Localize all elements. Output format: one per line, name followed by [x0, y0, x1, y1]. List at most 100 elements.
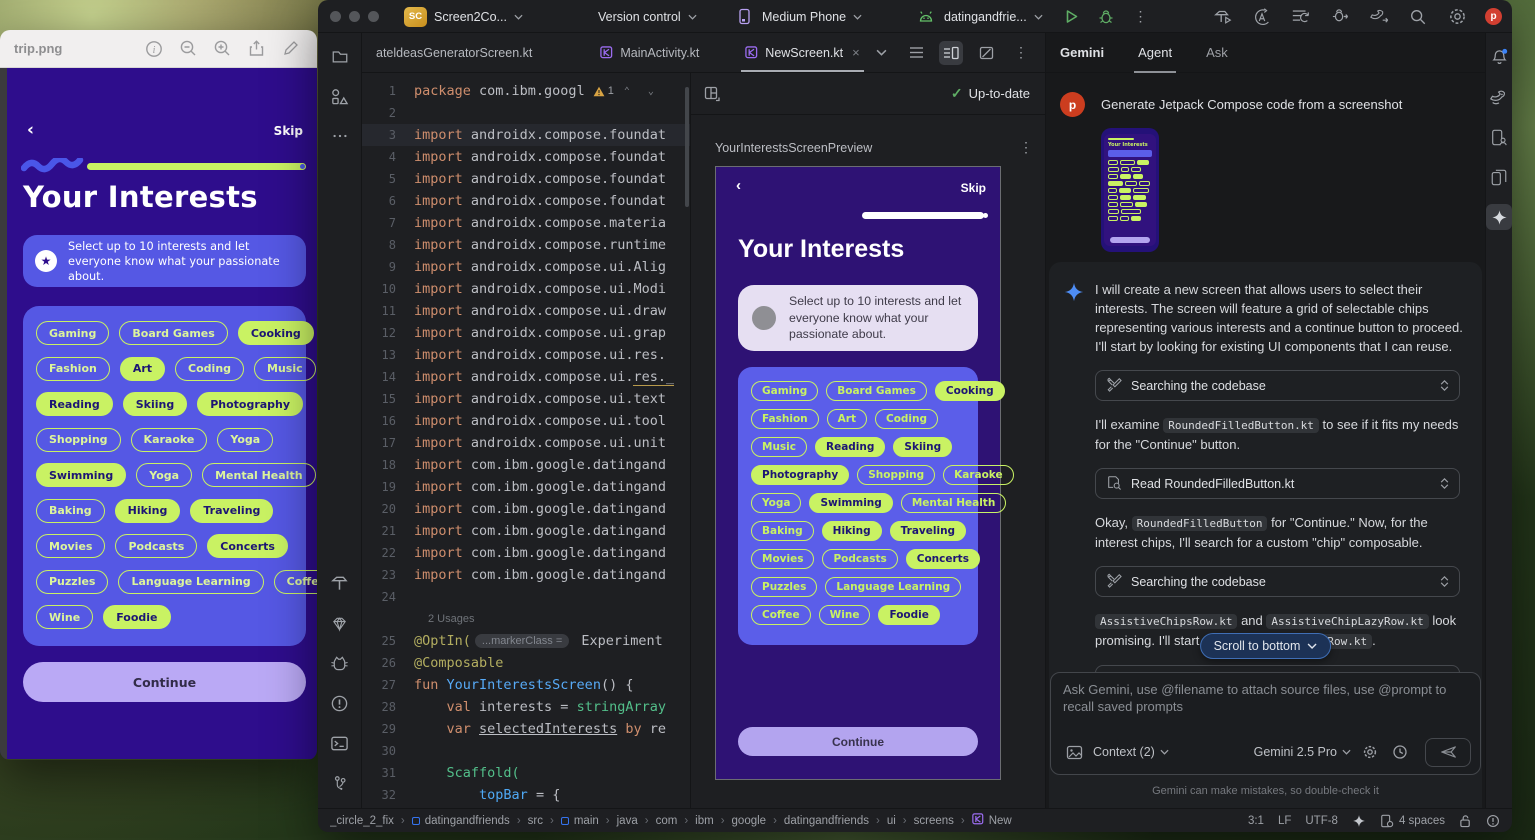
gemini-prompt-input[interactable]: [1063, 681, 1468, 733]
run-icon[interactable]: [1060, 6, 1082, 28]
indent-widget[interactable]: 4 spaces: [1380, 814, 1445, 828]
attached-screenshot-thumbnail[interactable]: Your Interests: [1101, 128, 1159, 252]
device-selector[interactable]: Medium Phone: [733, 0, 862, 33]
gradle-icon[interactable]: [1486, 84, 1512, 110]
insights-icon[interactable]: [327, 610, 353, 636]
build-run-icon[interactable]: [1212, 6, 1234, 28]
build-icon[interactable]: [327, 570, 353, 596]
tab-ask[interactable]: Ask: [1206, 33, 1228, 73]
breadcrumb-item[interactable]: java: [617, 815, 638, 827]
close-tab-icon[interactable]: ×: [852, 45, 860, 60]
mock-info-card: ★ Select up to 10 interests and let ever…: [23, 235, 306, 287]
breadcrumb-item[interactable]: datingandfriends: [784, 815, 869, 827]
problems-icon[interactable]: [327, 690, 353, 716]
tools-icon: [1106, 377, 1122, 395]
scroll-to-bottom-button[interactable]: Scroll to bottom: [1200, 633, 1332, 659]
tool-call-expander[interactable]: Read RoundedFilledButton.kt: [1095, 468, 1460, 499]
code-line: 21import com.ibm.google.datingand: [362, 520, 690, 542]
resource-manager-icon[interactable]: [327, 83, 353, 109]
context-dropdown[interactable]: Context (2): [1093, 745, 1169, 759]
terminal-icon[interactable]: [327, 730, 353, 756]
vcs-widget[interactable]: Version control: [598, 0, 697, 33]
breadcrumb-item[interactable]: google: [732, 815, 767, 827]
preview-options-icon[interactable]: ⋮: [1019, 139, 1033, 156]
breadcrumb-item[interactable]: ui: [887, 815, 896, 827]
interest-chip: Music: [254, 357, 316, 381]
gemini-input-box[interactable]: Context (2) Gemini 2.5 Pro: [1050, 672, 1481, 775]
svg-text:i: i: [153, 45, 156, 56]
project-folder-icon[interactable]: [327, 43, 353, 69]
gemini-settings-icon[interactable]: [1359, 741, 1381, 763]
sync-list-icon[interactable]: [1290, 6, 1312, 28]
tab-dateideasgeneratorscreen[interactable]: ateldeasGeneratorScreen.kt: [368, 33, 540, 72]
more-actions-icon[interactable]: ⋮: [1130, 6, 1152, 28]
studio-titlebar: SC Screen2Co... Version control Medium P…: [318, 0, 1512, 33]
history-icon[interactable]: [1389, 741, 1411, 763]
code-editor[interactable]: 1package com.ibm.googl1⌃ ⌄23import andro…: [362, 73, 690, 808]
split-editor-icon[interactable]: [939, 41, 963, 65]
settings-icon[interactable]: [1446, 6, 1468, 28]
tool-call-expander[interactable]: Searching the codebase: [1095, 566, 1460, 597]
info-icon[interactable]: i: [137, 38, 171, 60]
debug-sync-icon[interactable]: [1329, 6, 1351, 28]
interest-chip: Karaoke: [943, 465, 1014, 485]
zoom-in-icon[interactable]: [205, 38, 239, 60]
share-icon[interactable]: [239, 38, 273, 60]
file-encoding[interactable]: UTF-8: [1305, 815, 1338, 827]
tab-agent[interactable]: Agent: [1138, 33, 1172, 73]
preview-composable-name[interactable]: YourInterestsScreenPreview: [715, 141, 872, 155]
tab-list-chevron-icon[interactable]: [869, 41, 893, 65]
breadcrumb-item[interactable]: datingandfriends: [412, 815, 510, 827]
breadcrumb-item[interactable]: src: [528, 815, 543, 827]
breadcrumb-item[interactable]: New: [972, 813, 1012, 828]
breadcrumb-item[interactable]: screens: [914, 815, 954, 827]
translate-icon[interactable]: [1251, 6, 1273, 28]
logcat-icon[interactable]: [327, 650, 353, 676]
line-separator[interactable]: LF: [1278, 815, 1291, 827]
breadcrumb-item[interactable]: _circle_2_fix: [330, 815, 394, 827]
send-button[interactable]: [1425, 738, 1471, 767]
notifications-icon[interactable]: [1486, 44, 1512, 70]
window-edge: [0, 68, 7, 759]
caret-position[interactable]: 3:1: [1248, 815, 1264, 827]
usages-inlay-hint[interactable]: 2 Usages: [362, 613, 474, 625]
model-selector[interactable]: Gemini 2.5 Pro: [1254, 745, 1351, 759]
more-tools-icon[interactable]: [327, 123, 353, 149]
interest-chip: Hiking: [115, 499, 181, 523]
gradle-sync-icon[interactable]: [1368, 6, 1390, 28]
user-avatar[interactable]: p: [1485, 8, 1502, 25]
warning-badge[interactable]: 1: [593, 85, 614, 97]
device-manager-icon[interactable]: [1486, 124, 1512, 150]
tab-mainactivity[interactable]: MainActivity.kt: [592, 33, 707, 72]
preview-layout-icon[interactable]: [700, 82, 724, 106]
vcs-icon[interactable]: [327, 770, 353, 796]
debug-icon[interactable]: [1095, 6, 1117, 28]
breadcrumb-item[interactable]: ibm: [695, 815, 714, 827]
interest-chip: Wine: [36, 605, 93, 629]
gemini-icon[interactable]: [1486, 204, 1512, 230]
zoom-out-icon[interactable]: [171, 38, 205, 60]
markup-icon[interactable]: [273, 38, 307, 60]
breadcrumb-item[interactable]: com: [656, 815, 678, 827]
maximize-window-icon[interactable]: [368, 11, 379, 22]
search-icon[interactable]: [1407, 6, 1429, 28]
project-selector[interactable]: SC Screen2Co...: [404, 0, 523, 33]
lock-icon[interactable]: [1459, 814, 1472, 828]
structure-icon[interactable]: [904, 41, 928, 65]
running-devices-icon[interactable]: [1486, 164, 1512, 190]
close-window-icon[interactable]: [330, 11, 341, 22]
breadcrumb-item[interactable]: main: [561, 815, 599, 827]
editor-scrollbar[interactable]: [685, 87, 689, 207]
chip-row: SwimmingYogaMental Health: [36, 463, 293, 487]
tab-newscreen[interactable]: NewScreen.kt ×: [737, 33, 867, 72]
preview-file-icon[interactable]: [974, 41, 998, 65]
tool-call-expander[interactable]: Searching the codebase: [1095, 370, 1460, 401]
inspections-icon[interactable]: [1486, 814, 1500, 828]
interest-chip: Foodie: [878, 605, 939, 625]
minimize-window-icon[interactable]: [349, 11, 360, 22]
gemini-status-icon[interactable]: [1352, 814, 1366, 828]
attach-image-icon[interactable]: [1063, 741, 1085, 763]
tab-options-icon[interactable]: ⋮: [1009, 41, 1033, 65]
run-config-selector[interactable]: datingandfrie...: [915, 0, 1043, 33]
chip-row: PuzzlesLanguage Learning: [751, 577, 965, 597]
